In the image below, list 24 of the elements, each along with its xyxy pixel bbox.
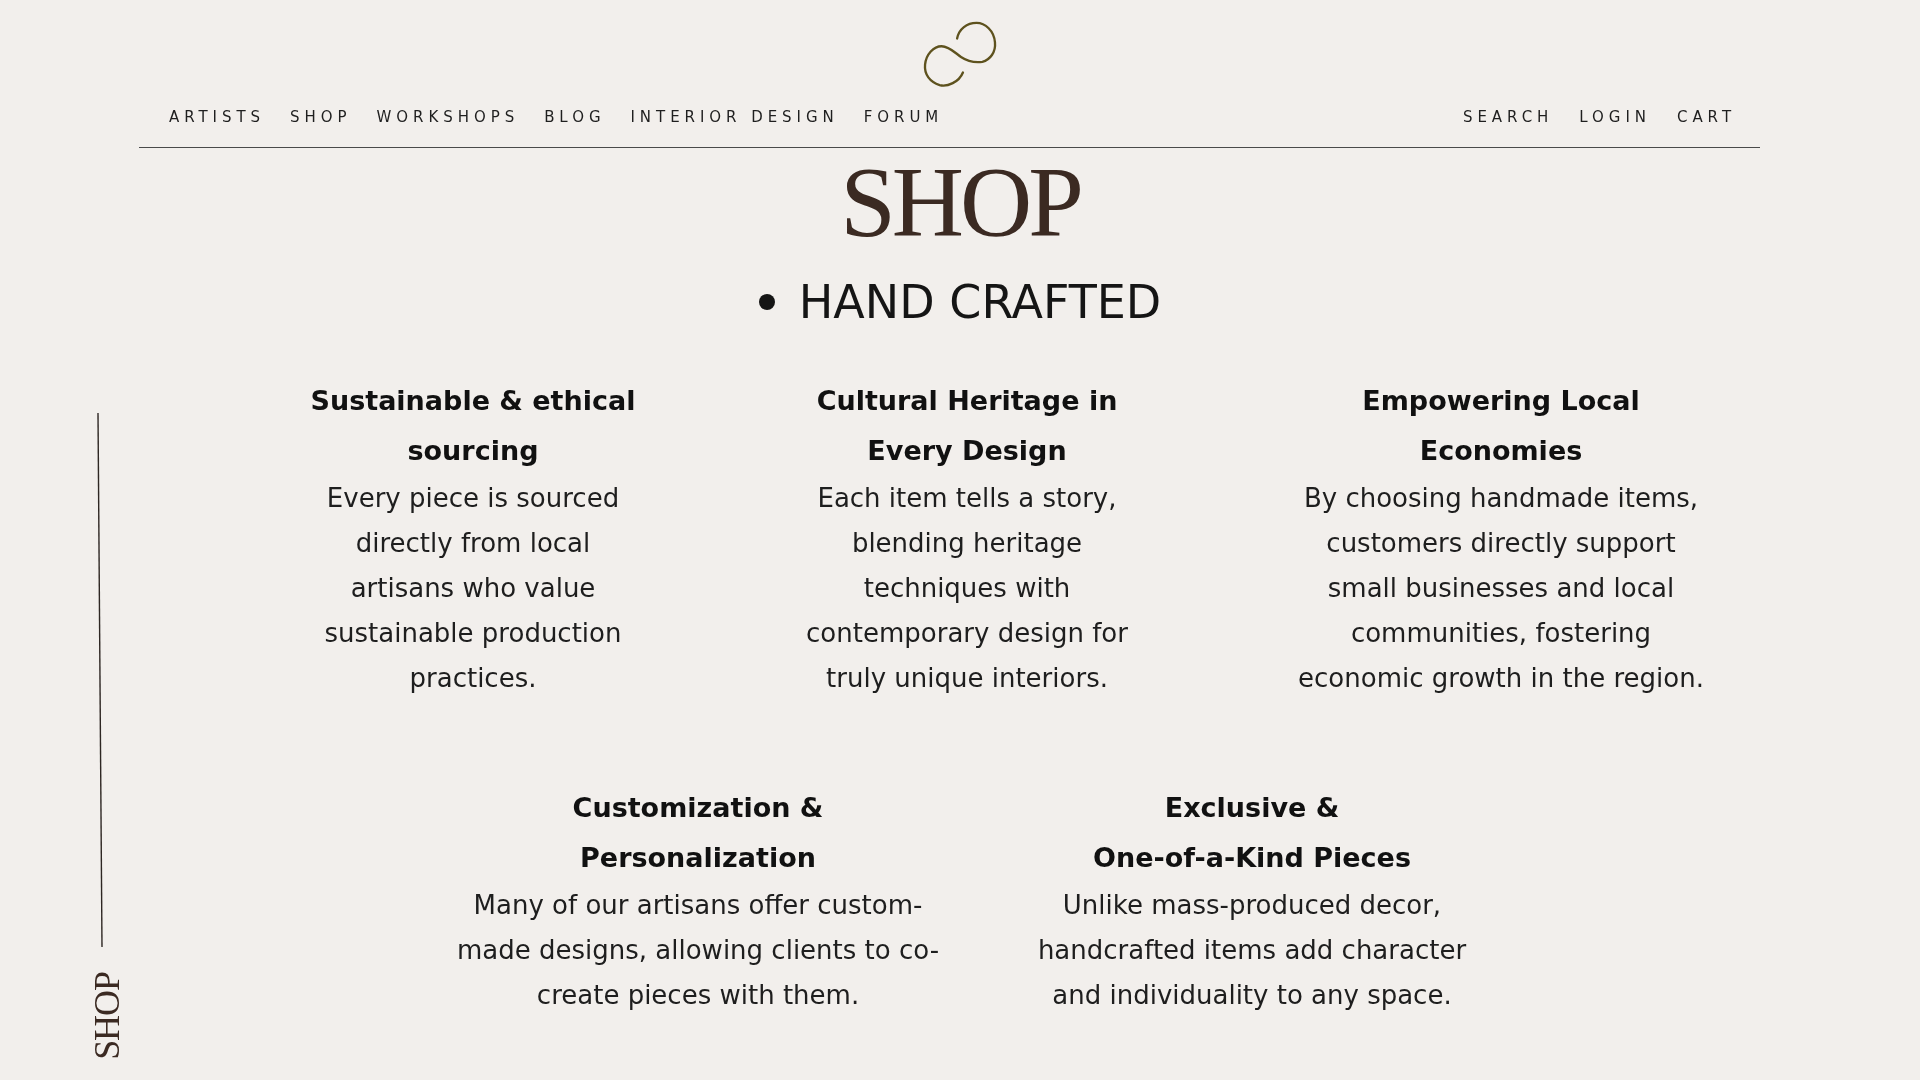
feature-heading: Cultural Heritage in Every Design	[816, 384, 1118, 468]
feature-description: Every piece is sourced directly from local artisans who value sustainable production practices.	[324, 482, 622, 695]
nav-link[interactable]: BLOG	[544, 106, 606, 128]
nav-link[interactable]: CART	[1676, 106, 1736, 128]
feature-description: Unlike mass-produced decor, handcrafted items add character and individuality to any space.	[1037, 889, 1467, 1012]
nav-link[interactable]: FORUM	[863, 106, 944, 128]
bullet-icon	[758, 294, 775, 310]
feature-heading: Sustainable & ethical sourcing	[310, 384, 636, 468]
tagline: HAND CRAFTED	[798, 279, 1162, 325]
nav-link[interactable]: ARTISTS	[169, 106, 266, 128]
feature-heading: Empowering Local Economies	[1362, 384, 1640, 468]
page-title: SHOP	[840, 152, 1080, 252]
feature-heading: Customization & Personalization	[572, 791, 824, 875]
nav-link[interactable]: SEARCH	[1462, 106, 1554, 128]
nav-link[interactable]: INTERIOR DESIGN	[630, 106, 839, 128]
nav-link[interactable]: SHOP	[290, 106, 352, 128]
feature-description: Each item tells a story, blending heritage techniques with contemporary design for truly unique interiors.	[806, 482, 1128, 695]
feature-description: By choosing handmade items, customers directly support small businesses and local communities, fostering economic growth in the region.	[1298, 482, 1704, 695]
side-label: SHOP	[89, 971, 125, 1060]
feature-heading: Exclusive & One-of-a-Kind Pieces	[1093, 791, 1411, 875]
feature-description: Many of our artisans offer custom- made designs, allowing clients to co- create pieces with them.	[457, 889, 939, 1012]
loops-logo-icon	[922, 21, 998, 88]
nav-link[interactable]: WORKSHOPS	[376, 106, 520, 128]
nav-link[interactable]: LOGIN	[1579, 106, 1651, 128]
